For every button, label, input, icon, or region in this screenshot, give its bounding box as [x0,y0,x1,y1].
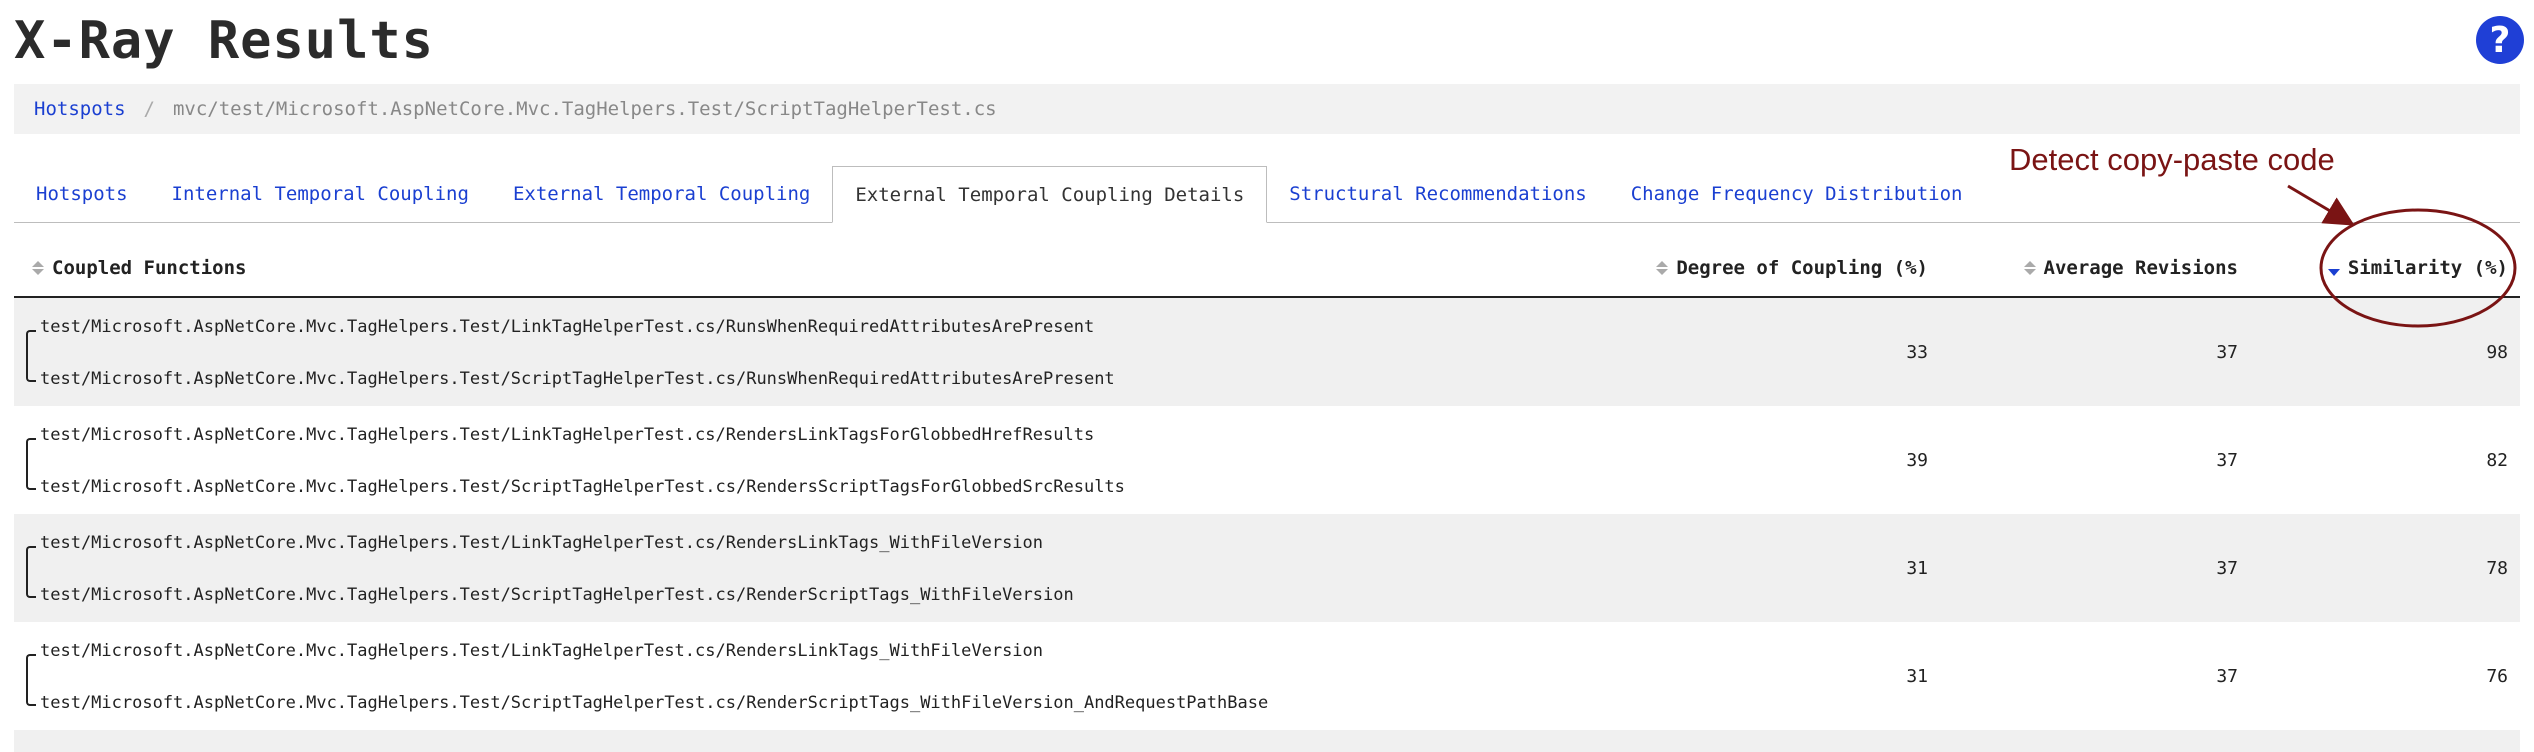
degree-of-coupling-cell: 31 [1906,665,1928,687]
tab-external-temporal-coupling[interactable]: External Temporal Coupling [491,166,832,222]
function-name: test/Microsoft.AspNetCore.Mvc.TagHelpers… [40,477,1125,497]
tab-structural-recommendations[interactable]: Structural Recommendations [1267,166,1608,222]
function-name: test/Microsoft.AspNetCore.Mvc.TagHelpers… [40,533,1044,553]
breadcrumb: Hotspots / mvc/test/Microsoft.AspNetCore… [14,84,2520,134]
function-name: test/Microsoft.AspNetCore.Mvc.TagHelpers… [40,369,1115,389]
degree-of-coupling-cell: 31 [1906,557,1928,579]
similarity-cell: 76 [2486,665,2508,687]
coupled-functions-cell: test/Microsoft.AspNetCore.Mvc.TagHelpers… [14,622,1600,730]
function-name: test/Microsoft.AspNetCore.Mvc.TagHelpers… [40,425,1095,445]
column-header-label: Coupled Functions [52,257,247,279]
coupling-bracket [26,330,36,382]
sort-icon [2023,261,2036,275]
table-row: test/Microsoft.AspNetCore.Mvc.TagHelpers… [14,298,2520,406]
degree-of-coupling-cell: 39 [1906,449,1928,471]
column-header-label: Degree of Coupling (%) [1676,257,1928,279]
help-icon[interactable]: ? [2476,16,2524,64]
coupled-functions-cell: test/Microsoft.AspNetCore.Mvc.TagHelpers… [14,298,1600,406]
average-revisions-cell: 37 [2216,665,2238,687]
page-title: X-Ray Results [14,11,434,71]
breadcrumb-hotspots-link[interactable]: Hotspots [34,98,126,120]
column-header-label: Average Revisions [2043,257,2238,279]
coupling-bracket [26,438,36,490]
average-revisions-cell: 37 [2216,557,2238,579]
breadcrumb-separator: / [143,98,155,120]
breadcrumb-current: mvc/test/Microsoft.AspNetCore.Mvc.TagHel… [172,98,997,120]
column-header-coupled-functions[interactable]: Coupled Functions [14,257,1600,279]
annotation-label: Detect copy-paste code [2009,142,2335,177]
table-row: test/Microsoft.AspNetCore.Mvc.TagHelpers… [14,514,2520,622]
average-revisions-cell: 37 [2216,449,2238,471]
coupling-bracket [26,546,36,598]
sort-icon [1656,261,1669,275]
similarity-cell: 82 [2486,449,2508,471]
coupled-functions-cell: test/Microsoft.AspNetCore.Mvc.TagHelpers… [14,406,1600,514]
function-name: test/Microsoft.AspNetCore.Mvc.TagHelpers… [40,585,1074,605]
tab-internal-temporal-coupling[interactable]: Internal Temporal Coupling [150,166,491,222]
table-row: test/Microsoft.AspNetCore.Mvc.TagHelpers… [14,622,2520,730]
column-header-average-revisions[interactable]: Average Revisions [1940,257,2250,279]
table-row [14,730,2520,752]
similarity-cell: 98 [2486,341,2508,363]
average-revisions-cell: 37 [2216,341,2238,363]
column-header-degree-of-coupling[interactable]: Degree of Coupling (%) [1600,257,1940,279]
function-name: test/Microsoft.AspNetCore.Mvc.TagHelpers… [40,641,1044,661]
sort-icon [32,261,44,275]
tab-external-temporal-coupling-details[interactable]: External Temporal Coupling Details [832,166,1268,223]
similarity-cell: 78 [2486,557,2508,579]
function-name: test/Microsoft.AspNetCore.Mvc.TagHelpers… [40,317,1095,337]
tab-change-frequency-distribution[interactable]: Change Frequency Distribution [1609,166,1985,222]
coupling-bracket [26,654,36,706]
column-header-label: Similarity (%) [2347,257,2508,279]
degree-of-coupling-cell: 33 [1906,341,1928,363]
function-name: test/Microsoft.AspNetCore.Mvc.TagHelpers… [40,693,1269,713]
coupled-functions-cell: test/Microsoft.AspNetCore.Mvc.TagHelpers… [14,514,1600,622]
tab-hotspots[interactable]: Hotspots [14,166,150,222]
table-body: test/Microsoft.AspNetCore.Mvc.TagHelpers… [14,298,2520,752]
column-header-similarity[interactable]: Similarity (%) [2250,257,2520,279]
table-row: test/Microsoft.AspNetCore.Mvc.TagHelpers… [14,406,2520,514]
coupling-table: Coupled Functions Degree of Coupling (%)… [14,240,2520,752]
table-header: Coupled Functions Degree of Coupling (%)… [14,240,2520,298]
sort-descending-icon [2327,261,2340,276]
